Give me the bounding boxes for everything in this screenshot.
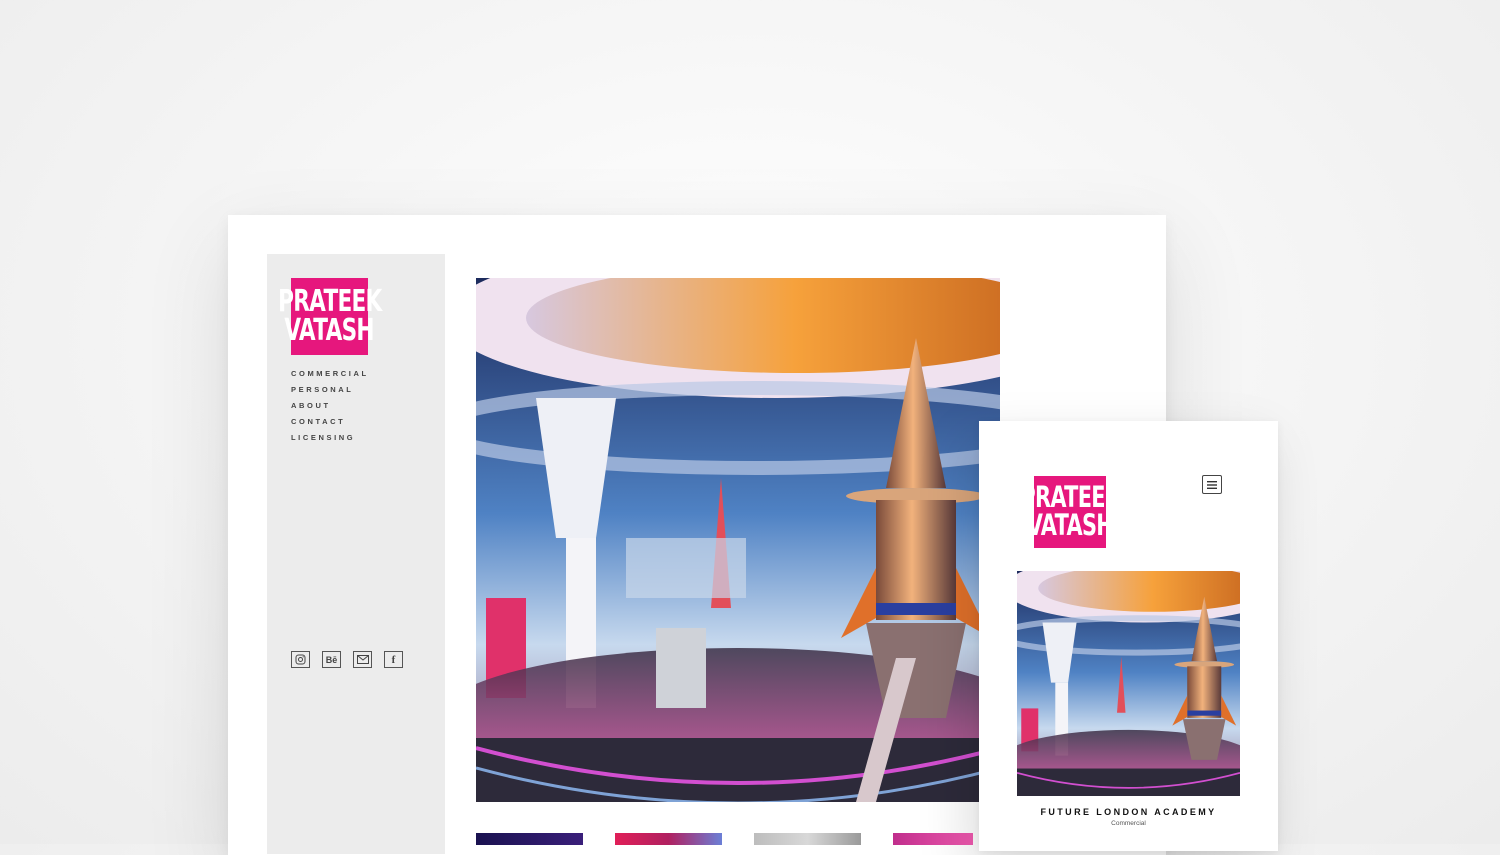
project-category: Commercial xyxy=(1111,820,1146,827)
mobile-mockup: PRATEEK VATASH FUTURE LONDON ACADEMY Com… xyxy=(979,421,1278,851)
social-links: Bē f xyxy=(291,651,403,668)
brand-logo[interactable]: PRATEEK VATASH xyxy=(1020,476,1121,548)
mail-icon[interactable] xyxy=(353,651,372,668)
brand-logo-line2: VATASH xyxy=(1026,508,1114,542)
sidebar: PRATEEK VATASH COMMERCIAL PERSONAL ABOUT… xyxy=(267,254,445,854)
nav-item-licensing[interactable]: LICENSING xyxy=(291,430,369,446)
main-nav: COMMERCIAL PERSONAL ABOUT CONTACT LICENS… xyxy=(291,366,369,446)
thumbnail[interactable] xyxy=(754,833,861,845)
project-title[interactable]: FUTURE LONDON ACADEMY xyxy=(979,807,1278,817)
thumbnail[interactable] xyxy=(615,833,722,845)
hero-artwork-image[interactable] xyxy=(476,278,1000,802)
thumbnail[interactable] xyxy=(476,833,583,845)
brand-logo[interactable]: PRATEEK VATASH xyxy=(278,278,382,355)
nav-item-contact[interactable]: CONTACT xyxy=(291,414,369,430)
thumbnail-strip xyxy=(476,833,973,845)
nav-item-personal[interactable]: PERSONAL xyxy=(291,382,369,398)
thumbnail[interactable] xyxy=(893,833,973,845)
mobile-hero-image[interactable] xyxy=(1017,571,1240,796)
instagram-icon[interactable] xyxy=(291,651,310,668)
hamburger-menu-icon[interactable] xyxy=(1202,475,1222,494)
nav-item-about[interactable]: ABOUT xyxy=(291,398,369,414)
facebook-icon[interactable]: f xyxy=(384,651,403,668)
brand-logo-line2: VATASH xyxy=(284,312,375,348)
nav-item-commercial[interactable]: COMMERCIAL xyxy=(291,366,369,382)
behance-icon[interactable]: Bē xyxy=(322,651,341,668)
